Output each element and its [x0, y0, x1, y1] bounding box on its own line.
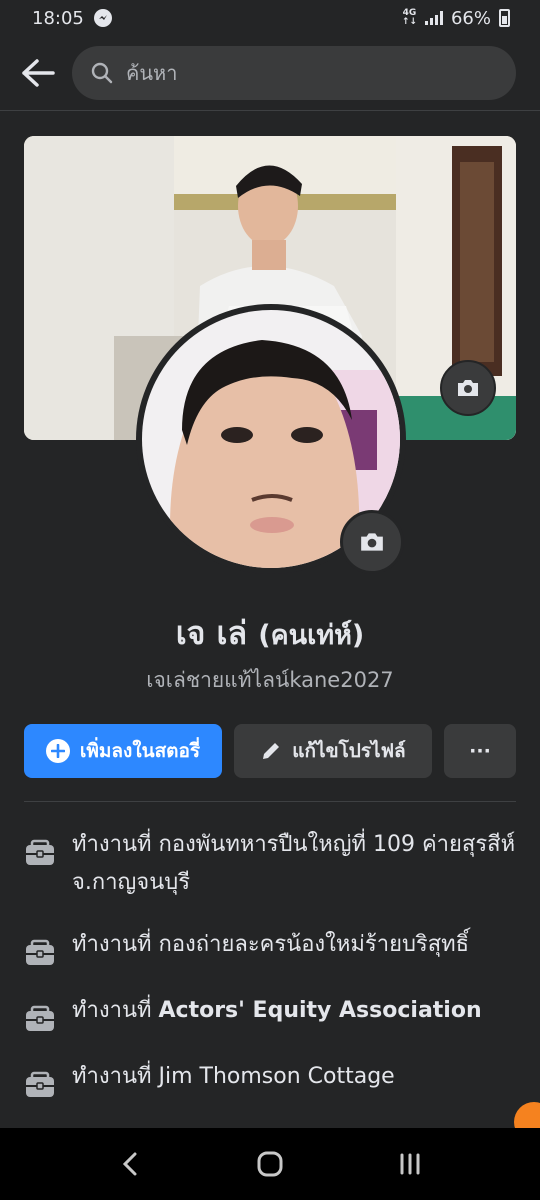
- work-item: ทำงานที่ กองถ่ายละครน้องใหม่ร้ายบริสุทธิ…: [24, 926, 516, 968]
- status-right: 4G ↑↓ 66%: [402, 8, 510, 29]
- messenger-notification-icon: [93, 9, 112, 27]
- network-indicator: 4G ↑↓: [401, 8, 417, 27]
- search-bar[interactable]: [72, 46, 516, 100]
- section-divider: [24, 801, 516, 802]
- profile-nickname: (คนเท่ห์): [258, 620, 365, 651]
- search-input[interactable]: [126, 61, 498, 85]
- top-bar: [0, 36, 540, 110]
- work-list: ทำงานที่ กองพันทหารปืนใหญ่ที่ 109 ค่ายสุ…: [24, 826, 516, 1124]
- more-options-button[interactable]: ···: [444, 724, 516, 778]
- nav-back-button[interactable]: [100, 1134, 160, 1194]
- add-to-story-button[interactable]: เพิ่มลงในสตอรี่: [24, 724, 222, 778]
- edit-cover-camera-button[interactable]: [440, 360, 496, 416]
- status-bar: 18:05 4G ↑↓ 66%: [0, 0, 540, 36]
- profile-name: เจ เล่ (คนเท่ห์): [0, 608, 540, 659]
- add-to-story-label: เพิ่มลงในสตอรี่: [79, 740, 201, 762]
- plus-circle-icon: [45, 739, 70, 763]
- work-item-text: ทำงานที่ Jim Thomson Cottage: [72, 1064, 395, 1089]
- work-item-text: ทำงานที่ Actors' Equity Association: [72, 998, 482, 1023]
- status-time: 18:05: [32, 7, 84, 29]
- battery-percent: 66%: [450, 7, 491, 29]
- camera-icon: [458, 380, 478, 396]
- edit-profile-label: แก้ไขโปรไฟล์: [292, 740, 406, 762]
- search-icon: [91, 62, 113, 84]
- edit-profile-button[interactable]: แก้ไขโปรไฟล์: [234, 724, 432, 778]
- top-divider: [0, 110, 540, 111]
- battery-icon: [499, 9, 510, 27]
- home-icon: [257, 1151, 283, 1177]
- profile-actions: เพิ่มลงในสตอรี่ แก้ไขโปรไฟล์ ···: [24, 724, 516, 778]
- work-item: ทำงานที่ Jim Thomson Cottage: [24, 1058, 516, 1100]
- pencil-icon: [263, 743, 280, 759]
- nav-recents-button[interactable]: [380, 1134, 440, 1194]
- work-item-text: ทำงานที่ กองพันทหารปืนใหญ่ที่ 109 ค่ายสุ…: [72, 832, 516, 895]
- work-item: ทำงานที่ Actors' Equity Association: [24, 992, 516, 1034]
- more-options-icon: ···: [469, 740, 491, 762]
- chevron-left-icon: [122, 1152, 137, 1176]
- edit-profile-picture-camera-button[interactable]: [340, 510, 404, 574]
- profile-name-text: เจ เล่: [175, 614, 248, 652]
- status-left: 18:05: [32, 8, 112, 29]
- back-button[interactable]: [16, 51, 60, 95]
- briefcase-icon: [26, 939, 54, 965]
- arrow-left-icon: [22, 59, 55, 87]
- work-item: ทำงานที่ กองพันทหารปืนใหญ่ที่ 109 ค่ายสุ…: [24, 826, 516, 902]
- work-item-text: ทำงานที่ กองถ่ายละครน้องใหม่ร้ายบริสุทธิ…: [72, 932, 470, 957]
- camera-icon: [361, 533, 383, 551]
- profile-username: เจเล่ชายแท้ไลน์kane2027: [146, 668, 394, 692]
- system-navigation-bar: [0, 1128, 540, 1200]
- briefcase-icon: [26, 839, 54, 865]
- signal-icon: [424, 11, 443, 25]
- briefcase-icon: [26, 1005, 54, 1031]
- nav-home-button[interactable]: [240, 1134, 300, 1194]
- recents-icon: [400, 1153, 420, 1175]
- briefcase-icon: [26, 1071, 54, 1097]
